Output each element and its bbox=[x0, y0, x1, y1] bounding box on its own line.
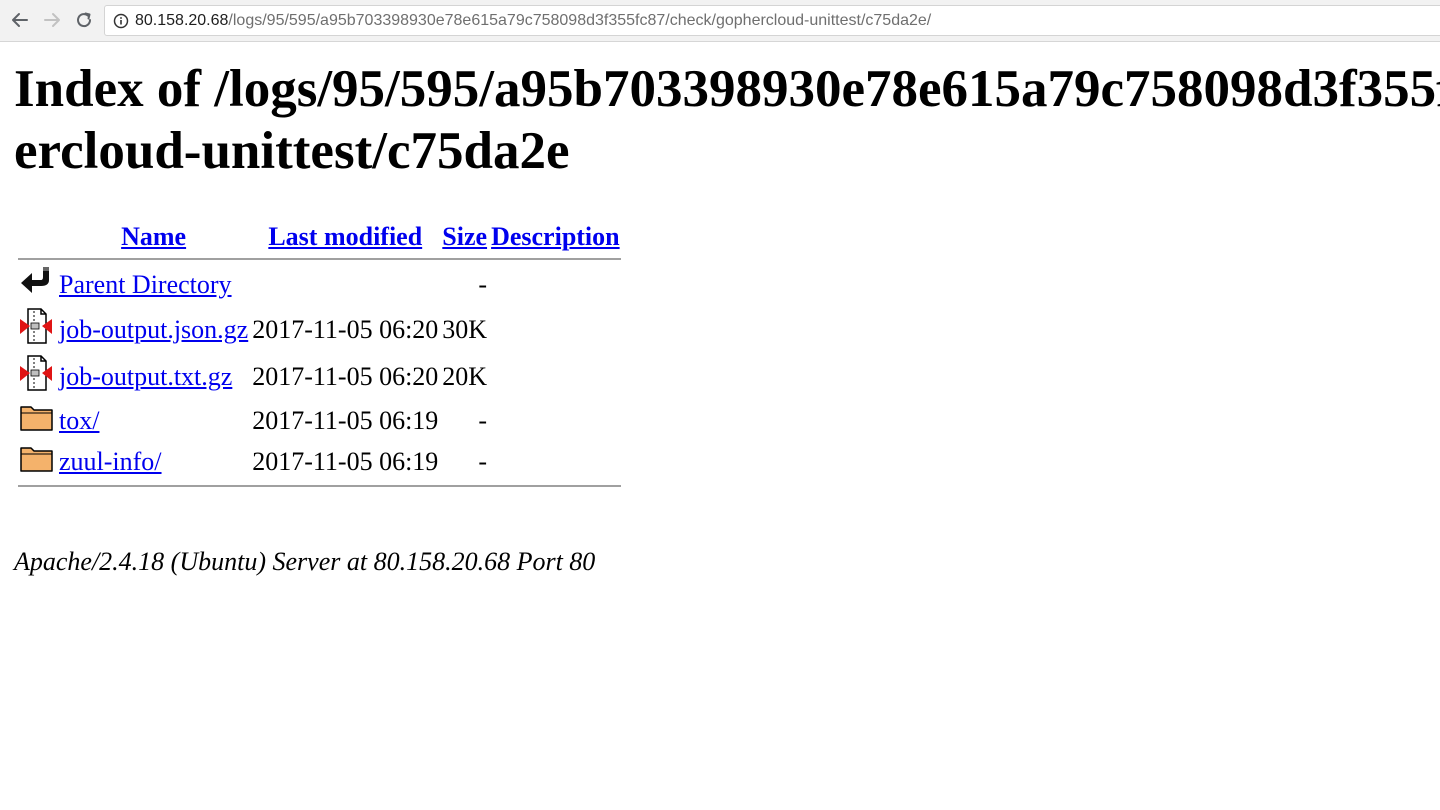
description-column-header: Description bbox=[490, 220, 621, 254]
size-cell: - bbox=[478, 446, 488, 476]
file-link[interactable]: job-output.json.gz bbox=[59, 315, 248, 344]
size-cell: 30K bbox=[442, 314, 488, 344]
file-link[interactable]: job-output.txt.gz bbox=[59, 362, 232, 391]
icon-cell bbox=[18, 442, 56, 481]
description-cell bbox=[490, 442, 621, 481]
name-cell: zuul-info/ bbox=[58, 442, 249, 481]
description-cell bbox=[490, 264, 621, 305]
modified-column-header: Last modified bbox=[251, 220, 439, 254]
name-cell: job-output.json.gz bbox=[58, 307, 249, 352]
page-content: Index of /logs/95/595/a95b703398930e78e6… bbox=[0, 42, 1440, 810]
size-cell: - bbox=[478, 405, 488, 435]
table-row: tox/ 2017-11-05 06:19 - bbox=[18, 401, 621, 440]
sort-by-size-link[interactable]: Size bbox=[442, 222, 487, 251]
forward-button[interactable] bbox=[40, 8, 64, 32]
size-column-header: Size bbox=[441, 220, 488, 254]
parent-directory-link[interactable]: Parent Directory bbox=[59, 270, 232, 299]
icon-cell bbox=[18, 264, 56, 305]
sort-by-name-link[interactable]: Name bbox=[121, 222, 186, 251]
description-cell bbox=[490, 307, 621, 352]
back-arrow-icon bbox=[12, 13, 28, 27]
reload-icon bbox=[77, 12, 92, 28]
table-row: job-output.txt.gz 2017-11-05 06:20 20K bbox=[18, 354, 621, 399]
separator-row bbox=[18, 256, 621, 262]
url-host: 80.158.20.68 bbox=[135, 11, 229, 29]
description-cell bbox=[490, 354, 621, 399]
separator-row bbox=[18, 483, 621, 489]
size-cell: 20K bbox=[442, 361, 488, 391]
name-column-header: Name bbox=[58, 220, 249, 254]
description-cell bbox=[490, 401, 621, 440]
divider bbox=[18, 485, 621, 487]
table-row: job-output.json.gz 2017-11-05 06:20 30K bbox=[18, 307, 621, 352]
modified-cell: 2017-11-05 06:19 bbox=[252, 405, 439, 435]
header-row: Name Last modified Size Description bbox=[18, 220, 621, 254]
table-row: zuul-info/ 2017-11-05 06:19 - bbox=[18, 442, 621, 481]
divider bbox=[18, 258, 621, 260]
name-cell: tox/ bbox=[58, 401, 249, 440]
size-cell: - bbox=[478, 269, 488, 299]
icon-header bbox=[18, 220, 56, 254]
directory-listing: Name Last modified Size Description Pare… bbox=[16, 218, 623, 491]
folder-icon bbox=[20, 447, 53, 472]
url-path: /logs/95/595/a95b703398930e78e615a79c758… bbox=[228, 11, 932, 29]
compressed-file-icon bbox=[20, 308, 52, 344]
back-button[interactable] bbox=[8, 8, 32, 32]
reload-button[interactable] bbox=[72, 8, 96, 32]
folder-icon bbox=[20, 406, 53, 431]
sort-by-modified-link[interactable]: Last modified bbox=[268, 222, 422, 251]
modified-cell: 2017-11-05 06:20 bbox=[252, 314, 439, 344]
modified-cell bbox=[251, 264, 439, 305]
address-bar[interactable]: 80.158.20.68/logs/95/595/a95b703398930e7… bbox=[104, 5, 1440, 36]
modified-cell: 2017-11-05 06:19 bbox=[252, 446, 439, 476]
browser-toolbar: 80.158.20.68/logs/95/595/a95b703398930e7… bbox=[0, 0, 1440, 42]
info-icon[interactable] bbox=[113, 13, 129, 29]
name-cell: job-output.txt.gz bbox=[58, 354, 249, 399]
modified-cell: 2017-11-05 06:20 bbox=[252, 361, 439, 391]
compressed-file-icon bbox=[20, 355, 52, 391]
folder-link[interactable]: zuul-info/ bbox=[59, 447, 162, 476]
table-row: Parent Directory - bbox=[18, 264, 621, 305]
server-signature: Apache/2.4.18 (Ubuntu) Server at 80.158.… bbox=[14, 547, 596, 576]
folder-link[interactable]: tox/ bbox=[59, 406, 99, 435]
sort-by-description-link[interactable]: Description bbox=[491, 222, 620, 251]
name-cell: Parent Directory bbox=[58, 264, 249, 305]
page-title: Index of /logs/95/595/a95b703398930e78e6… bbox=[14, 60, 1440, 180]
icon-cell bbox=[18, 307, 56, 352]
forward-arrow-icon bbox=[44, 13, 60, 27]
back-arrow-icon bbox=[21, 267, 49, 293]
icon-cell bbox=[18, 354, 56, 399]
icon-cell bbox=[18, 401, 56, 440]
